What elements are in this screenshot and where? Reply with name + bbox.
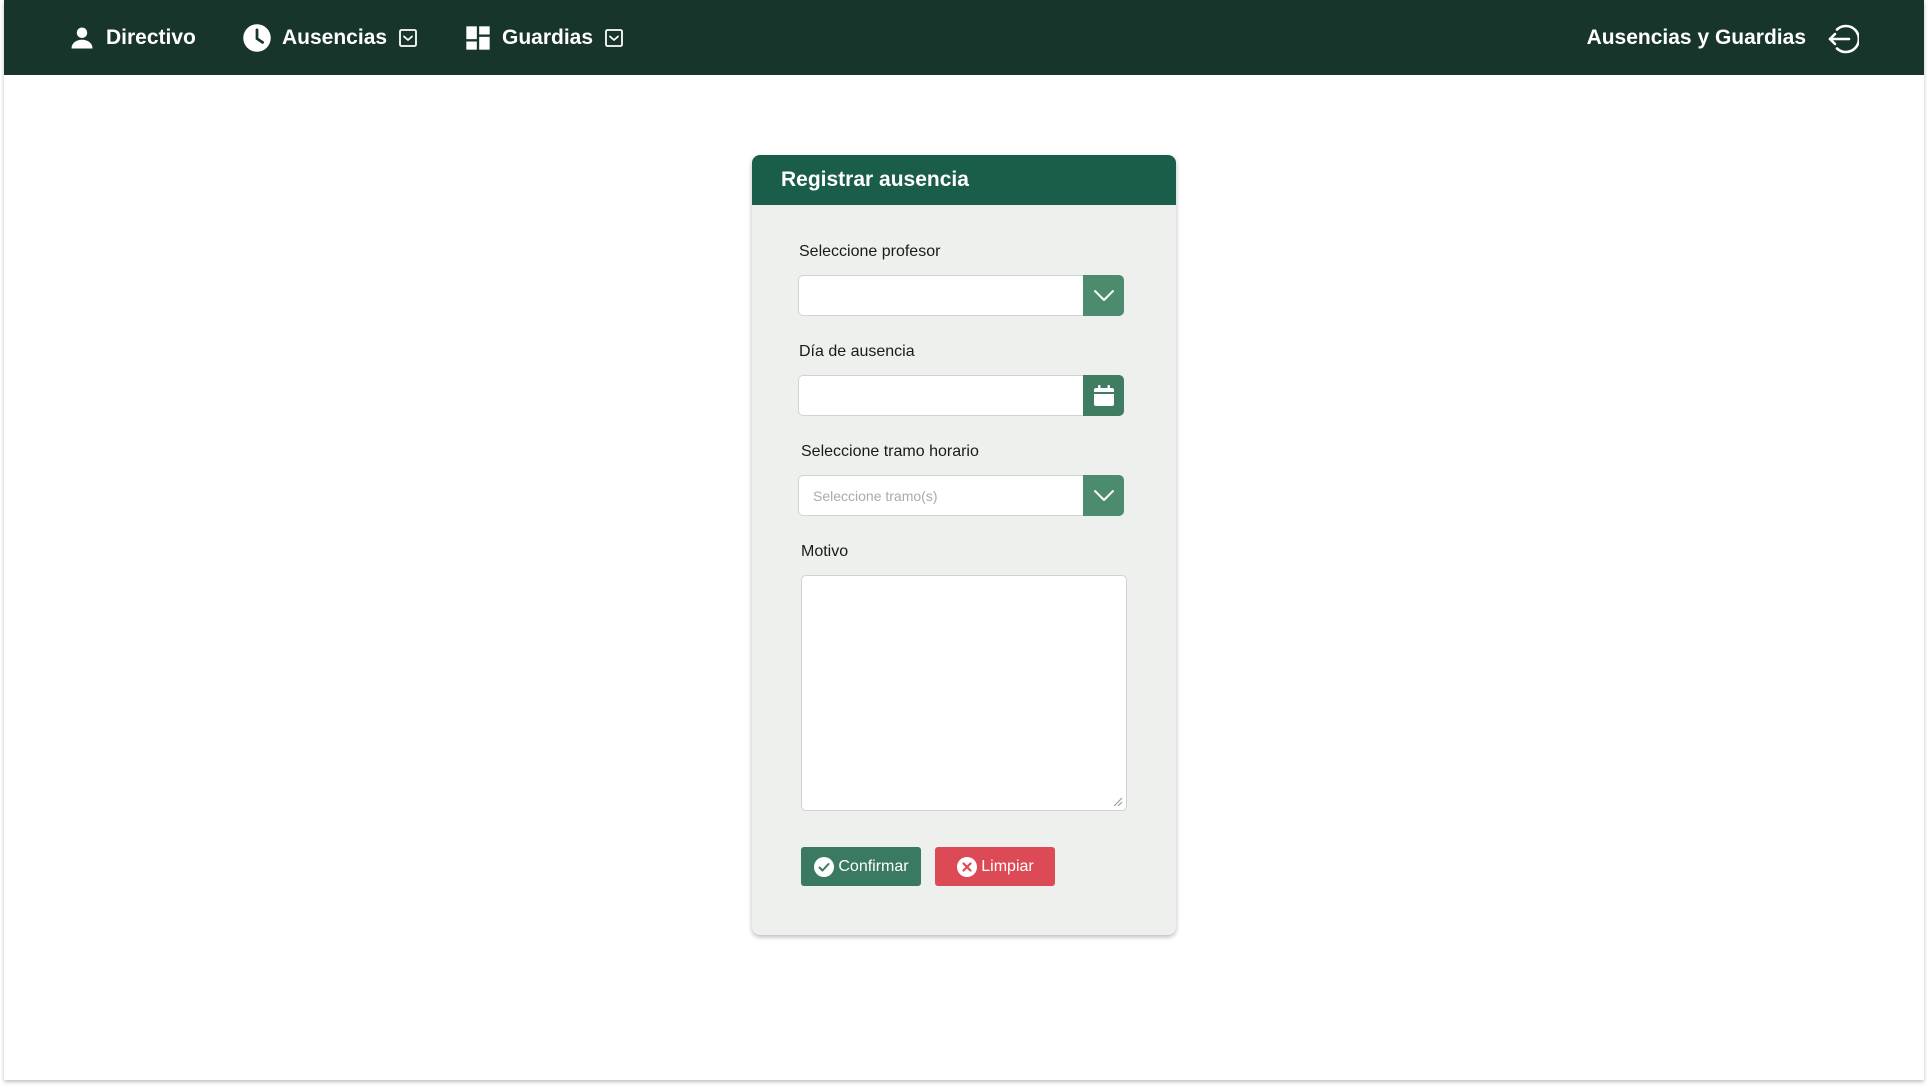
profesor-select[interactable] bbox=[798, 275, 1124, 316]
resize-handle-icon[interactable] bbox=[1111, 795, 1123, 807]
nav-guardias-label: Guardias bbox=[502, 25, 594, 49]
check-circle-icon bbox=[813, 856, 835, 878]
clear-button[interactable]: Limpiar bbox=[935, 847, 1055, 886]
clock-icon bbox=[242, 23, 272, 53]
dia-date-input[interactable] bbox=[798, 375, 1124, 416]
dashboard-icon bbox=[464, 24, 492, 52]
top-navbar: Directivo Ausencias Guardias Ausencias y… bbox=[4, 0, 1924, 75]
confirm-button[interactable]: Confirmar bbox=[801, 847, 921, 886]
profesor-label: Seleccione profesor bbox=[799, 243, 941, 260]
chevron-down-box-icon[interactable] bbox=[605, 28, 623, 47]
profesor-select-value[interactable] bbox=[798, 275, 1083, 316]
chevron-down-icon[interactable] bbox=[1083, 475, 1124, 516]
tramo-label: Seleccione tramo horario bbox=[801, 443, 979, 460]
motivo-label: Motivo bbox=[801, 543, 849, 560]
clear-label: Limpiar bbox=[981, 857, 1034, 875]
chevron-down-box-icon[interactable] bbox=[399, 28, 417, 47]
dia-label: Día de ausencia bbox=[799, 343, 915, 360]
chevron-down-icon[interactable] bbox=[1083, 275, 1124, 316]
nav-directivo-label: Directivo bbox=[106, 25, 196, 49]
nav-guardias[interactable]: Guardias bbox=[464, 0, 623, 75]
registrar-ausencia-card: Registrar ausencia Seleccione profesor D… bbox=[752, 155, 1176, 935]
tramo-multiselect[interactable]: Seleccione tramo(s) bbox=[798, 475, 1124, 516]
motivo-textarea[interactable] bbox=[801, 575, 1127, 811]
user-icon bbox=[68, 24, 96, 52]
nav-ausencias[interactable]: Ausencias bbox=[242, 0, 417, 75]
confirm-label: Confirmar bbox=[838, 857, 909, 875]
calendar-icon[interactable] bbox=[1083, 375, 1124, 416]
dia-input-value[interactable] bbox=[798, 375, 1083, 416]
close-circle-icon bbox=[956, 856, 978, 878]
app-brand-title: Ausencias y Guardias bbox=[1586, 25, 1806, 49]
tramo-placeholder[interactable]: Seleccione tramo(s) bbox=[798, 475, 1083, 516]
nav-ausencias-label: Ausencias bbox=[282, 25, 388, 49]
card-title: Registrar ausencia bbox=[752, 155, 1176, 205]
logout-icon[interactable] bbox=[1824, 21, 1860, 57]
nav-directivo[interactable]: Directivo bbox=[68, 0, 196, 75]
app-window: Directivo Ausencias Guardias Ausencias y… bbox=[4, 0, 1924, 1080]
